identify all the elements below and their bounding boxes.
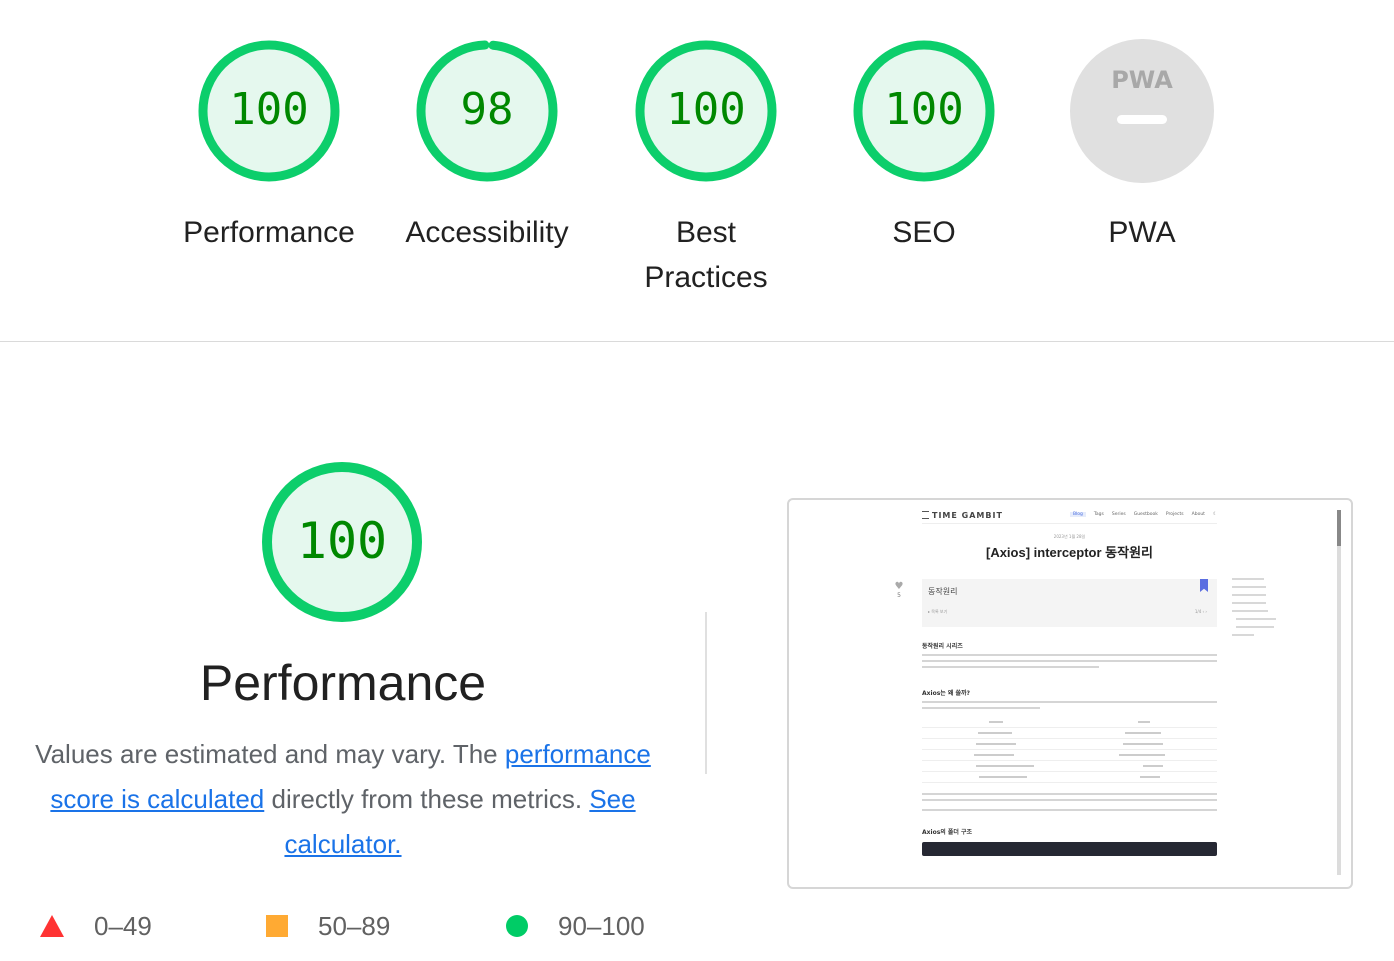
category-label: Best Practices bbox=[644, 216, 768, 294]
score-value: 100 bbox=[296, 512, 388, 570]
moon-icon: ☾ bbox=[1212, 512, 1217, 517]
desc-text: Values are estimated and may vary. The bbox=[35, 739, 505, 769]
score-gauge: 98 bbox=[414, 38, 560, 184]
series-pager: 1/4 ‹ › bbox=[1194, 609, 1207, 614]
performance-description: Values are estimated and may vary. The p… bbox=[20, 732, 666, 867]
preview-like: ♥ 5 bbox=[892, 581, 906, 600]
series-title: 동작원리 bbox=[928, 587, 958, 596]
text-line bbox=[922, 799, 1217, 801]
table-row bbox=[922, 772, 1217, 783]
category-label: PWA bbox=[1108, 216, 1176, 249]
text-line bbox=[922, 793, 1217, 795]
text-line bbox=[922, 666, 1099, 668]
legend-range: 50–89 bbox=[318, 910, 391, 941]
preview-date: 2023년 1월 28일 bbox=[1053, 534, 1086, 539]
nav-item: Projects bbox=[1165, 512, 1184, 517]
score-value: 100 bbox=[666, 84, 746, 135]
category-best-practices[interactable]: 100 Best Practices bbox=[596, 38, 816, 300]
preview-table bbox=[922, 717, 1217, 783]
score-legend: 0–49 50–89 90–100 bbox=[40, 908, 680, 944]
hourglass-icon bbox=[922, 511, 929, 519]
nav-item: Guestbook bbox=[1133, 512, 1158, 517]
legend-fail: 0–49 bbox=[40, 908, 152, 944]
nav-item: About bbox=[1191, 512, 1205, 517]
bookmark-icon bbox=[1200, 579, 1208, 592]
preview-heading: 동작원리 시리즈 bbox=[922, 643, 963, 650]
text-line bbox=[922, 660, 1217, 662]
preview-toc bbox=[1232, 578, 1292, 642]
square-icon bbox=[266, 915, 288, 937]
category-performance[interactable]: 100 Performance bbox=[159, 38, 379, 255]
score-gauge: 100 bbox=[851, 38, 997, 184]
preview-heading: Axios는 왜 쓸까? bbox=[922, 690, 971, 697]
pwa-gauge: PWA bbox=[1069, 38, 1215, 184]
category-label: Accessibility bbox=[405, 216, 569, 249]
triangle-icon bbox=[40, 915, 64, 937]
svg-text:PWA: PWA bbox=[1111, 66, 1173, 94]
preview-nav-items: Blog Tags Series Guestbook Projects Abou… bbox=[1069, 512, 1217, 517]
vertical-divider bbox=[705, 612, 707, 774]
heart-icon: ♥ bbox=[894, 581, 904, 592]
performance-gauge: 100 bbox=[260, 460, 424, 624]
like-count: 5 bbox=[897, 592, 901, 599]
table-row bbox=[922, 717, 1217, 728]
legend-pass: 90–100 bbox=[506, 908, 645, 944]
category-scores: 100 Performance 98 Accessibility 100 Bes… bbox=[0, 0, 1394, 342]
performance-section: 100 Performance Values are estimated and… bbox=[0, 342, 1394, 961]
preview-series-box: 동작원리 ▸ 목록 보기 1/4 ‹ › bbox=[922, 579, 1217, 627]
score-value: 100 bbox=[884, 84, 964, 135]
score-value: 100 bbox=[229, 84, 309, 135]
na-dash-icon bbox=[1117, 115, 1167, 124]
preview-logo: TIME GAMBIT bbox=[922, 511, 1003, 520]
category-accessibility[interactable]: 98 Accessibility bbox=[377, 38, 597, 255]
category-pwa[interactable]: PWA PWA bbox=[1032, 38, 1252, 255]
text-line bbox=[922, 701, 1217, 703]
preview-nav: TIME GAMBIT Blog Tags Series Guestbook P… bbox=[922, 510, 1217, 524]
score-gauge: 100 bbox=[196, 38, 342, 184]
table-row bbox=[922, 750, 1217, 761]
legend-range: 90–100 bbox=[558, 910, 645, 941]
table-row bbox=[922, 728, 1217, 739]
score-value: 98 bbox=[460, 84, 514, 135]
preview-heading: Axios의 폴더 구조 bbox=[922, 829, 973, 836]
performance-title: Performance bbox=[199, 655, 487, 711]
final-screenshot[interactable]: TIME GAMBIT Blog Tags Series Guestbook P… bbox=[787, 498, 1353, 889]
table-row bbox=[922, 761, 1217, 772]
desc-text: directly from these metrics. bbox=[264, 784, 590, 814]
preview-title: [Axios] interceptor 동작원리 bbox=[985, 545, 1154, 560]
pwa-badge-icon: PWA bbox=[1070, 39, 1214, 183]
nav-item: Series bbox=[1111, 512, 1126, 517]
category-label: Performance bbox=[183, 216, 355, 249]
logo-text: TIME GAMBIT bbox=[932, 511, 1003, 520]
page-preview: TIME GAMBIT Blog Tags Series Guestbook P… bbox=[895, 510, 1217, 856]
legend-average: 50–89 bbox=[266, 908, 390, 944]
text-line bbox=[922, 707, 1040, 709]
text-line bbox=[922, 809, 1217, 811]
category-label: SEO bbox=[892, 216, 956, 249]
legend-range: 0–49 bbox=[94, 910, 152, 941]
circle-icon bbox=[506, 915, 528, 937]
preview-code-block bbox=[922, 842, 1217, 856]
text-line bbox=[922, 654, 1217, 656]
table-row bbox=[922, 739, 1217, 750]
nav-item: Tags bbox=[1093, 512, 1104, 517]
score-gauge: 100 bbox=[633, 38, 779, 184]
scrollbar-track bbox=[1337, 510, 1341, 875]
scrollbar-thumb bbox=[1337, 510, 1341, 546]
nav-item: Blog bbox=[1069, 512, 1086, 517]
series-toggle: ▸ 목록 보기 bbox=[928, 609, 948, 614]
category-seo[interactable]: 100 SEO bbox=[814, 38, 1034, 255]
